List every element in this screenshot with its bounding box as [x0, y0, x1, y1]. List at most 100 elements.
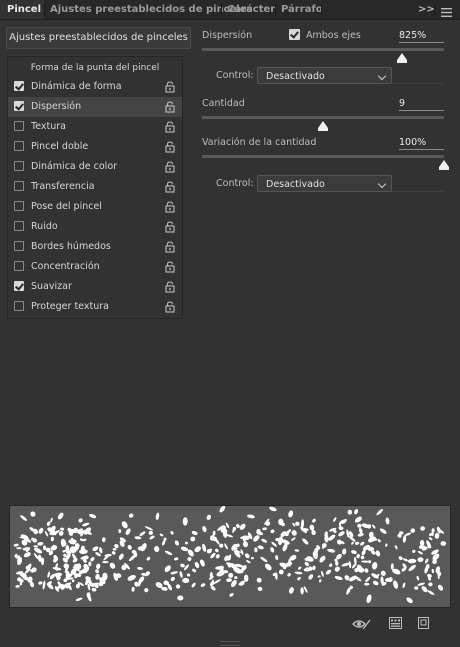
collapse-panel-button[interactable]: >> — [418, 0, 435, 19]
brush-tip-shape-item[interactable]: Forma de la punta del pincel — [8, 61, 182, 75]
tab-paragraph[interactable]: Párrafo — [281, 0, 323, 19]
count-value-field[interactable]: 9 — [399, 97, 444, 111]
petal-dab — [302, 538, 309, 545]
petal-dab — [155, 512, 160, 520]
control-label-2: Control: — [216, 178, 254, 189]
petal-dab — [210, 585, 216, 591]
petal-dab — [385, 517, 390, 525]
sidebar-item[interactable]: Concentración — [8, 257, 182, 277]
petal-dab — [427, 573, 432, 578]
sidebar-item[interactable]: Proteger textura — [8, 297, 182, 317]
control-dropdown-2[interactable]: Desactivado — [257, 175, 392, 192]
lock-icon[interactable] — [165, 241, 175, 253]
dispersion-slider-thumb[interactable] — [396, 53, 407, 63]
sidebar-item-checkbox[interactable] — [14, 181, 24, 191]
petal-dab — [360, 541, 365, 546]
sidebar-item-checkbox[interactable] — [14, 141, 24, 151]
sidebar-item[interactable]: Bordes húmedos — [8, 237, 182, 257]
lock-icon[interactable] — [165, 181, 175, 193]
lock-icon[interactable] — [165, 301, 175, 313]
eye-slash-icon[interactable] — [352, 617, 372, 631]
petal-dab — [47, 571, 51, 578]
sidebar-item-checkbox[interactable] — [14, 241, 24, 251]
petal-dab — [351, 541, 354, 545]
petal-dab — [277, 536, 284, 546]
count-jitter-slider-thumb[interactable] — [439, 160, 449, 170]
sidebar-item[interactable]: Ruido — [8, 217, 182, 237]
petal-dab — [219, 505, 226, 513]
count-jitter-value-field[interactable]: 100% — [399, 136, 444, 150]
lock-icon[interactable] — [165, 261, 175, 273]
petal-dab — [62, 549, 66, 553]
sidebar-item[interactable]: Dinámica de forma — [8, 77, 182, 97]
petal-dab — [377, 539, 381, 543]
petal-dab — [118, 529, 122, 534]
lock-icon[interactable] — [165, 101, 175, 113]
brush-presets-button[interactable]: Ajustes preestablecidos de pinceles — [6, 27, 191, 49]
dispersion-slider-track[interactable] — [202, 48, 444, 51]
grid-icon[interactable] — [389, 617, 402, 631]
lock-icon[interactable] — [165, 281, 175, 293]
resize-grip[interactable] — [220, 641, 240, 646]
sidebar-item-checkbox[interactable] — [14, 281, 24, 291]
petal-dab — [213, 579, 221, 584]
petal-dab — [242, 541, 249, 548]
petal-dab — [125, 528, 131, 535]
sidebar-item[interactable]: Dinámica de color — [8, 157, 182, 177]
petal-dab — [257, 586, 263, 591]
sidebar-item[interactable]: Pincel doble — [8, 137, 182, 157]
count-jitter-slider-track[interactable] — [202, 155, 444, 158]
petal-dab — [154, 545, 160, 553]
dispersion-value-field[interactable]: 825% — [399, 29, 444, 43]
petal-dab — [354, 541, 360, 545]
tab-brush-presets[interactable]: Ajustes preestablecidos de pinceles — [50, 0, 253, 19]
tab-pincel[interactable]: Pincel — [0, 0, 44, 19]
sidebar-item-checkbox[interactable] — [14, 201, 24, 211]
lock-icon[interactable] — [165, 141, 175, 153]
sidebar-item[interactable]: Pose del pincel — [8, 197, 182, 217]
petal-dab — [92, 546, 99, 552]
petal-dab — [342, 548, 347, 555]
sidebar-item[interactable]: Dispersión — [8, 97, 182, 117]
count-slider-thumb[interactable] — [318, 121, 328, 131]
new-document-icon[interactable] — [418, 617, 429, 631]
petal-dab — [182, 577, 190, 584]
petal-dab — [412, 549, 416, 553]
sidebar-item-checkbox[interactable] — [14, 81, 24, 91]
lock-icon[interactable] — [165, 221, 175, 233]
sidebar-item-checkbox[interactable] — [14, 121, 24, 131]
sidebar-item-checkbox[interactable] — [14, 161, 24, 171]
lock-icon[interactable] — [165, 81, 175, 93]
petal-dab — [417, 582, 425, 586]
lock-icon[interactable] — [165, 201, 175, 213]
hamburger-menu-icon[interactable] — [441, 5, 452, 17]
tab-separator — [44, 4, 45, 15]
petal-dab — [354, 509, 359, 515]
tab-character[interactable]: Carácter — [227, 0, 275, 19]
sidebar-item[interactable]: Suavizar — [8, 277, 182, 297]
sidebar-item-checkbox[interactable] — [14, 301, 24, 311]
petal-dab — [380, 570, 386, 576]
petal-dab — [224, 543, 228, 550]
petal-dab — [202, 543, 207, 552]
both-axes-label: Ambos ejes — [306, 30, 361, 41]
both-axes-checkbox[interactable] — [289, 29, 300, 40]
sidebar-item[interactable]: Textura — [8, 117, 182, 137]
petal-dab — [354, 556, 357, 566]
sidebar-item-checkbox[interactable] — [14, 101, 24, 111]
lock-icon[interactable] — [165, 121, 175, 133]
control-dropdown-1[interactable]: Desactivado — [257, 67, 392, 84]
petal-dab — [240, 549, 244, 555]
petal-dab — [101, 537, 106, 543]
petal-dab — [275, 555, 279, 561]
count-slider-track[interactable] — [202, 116, 444, 119]
petal-dab — [262, 527, 267, 531]
sidebar-item-checkbox[interactable] — [14, 261, 24, 271]
petal-dab — [192, 568, 197, 573]
sidebar-item[interactable]: Transferencia — [8, 177, 182, 197]
petal-dab — [175, 584, 181, 589]
sidebar-item-checkbox[interactable] — [14, 221, 24, 231]
lock-icon[interactable] — [165, 161, 175, 173]
petal-dab — [210, 552, 216, 559]
petal-dab — [50, 536, 55, 542]
